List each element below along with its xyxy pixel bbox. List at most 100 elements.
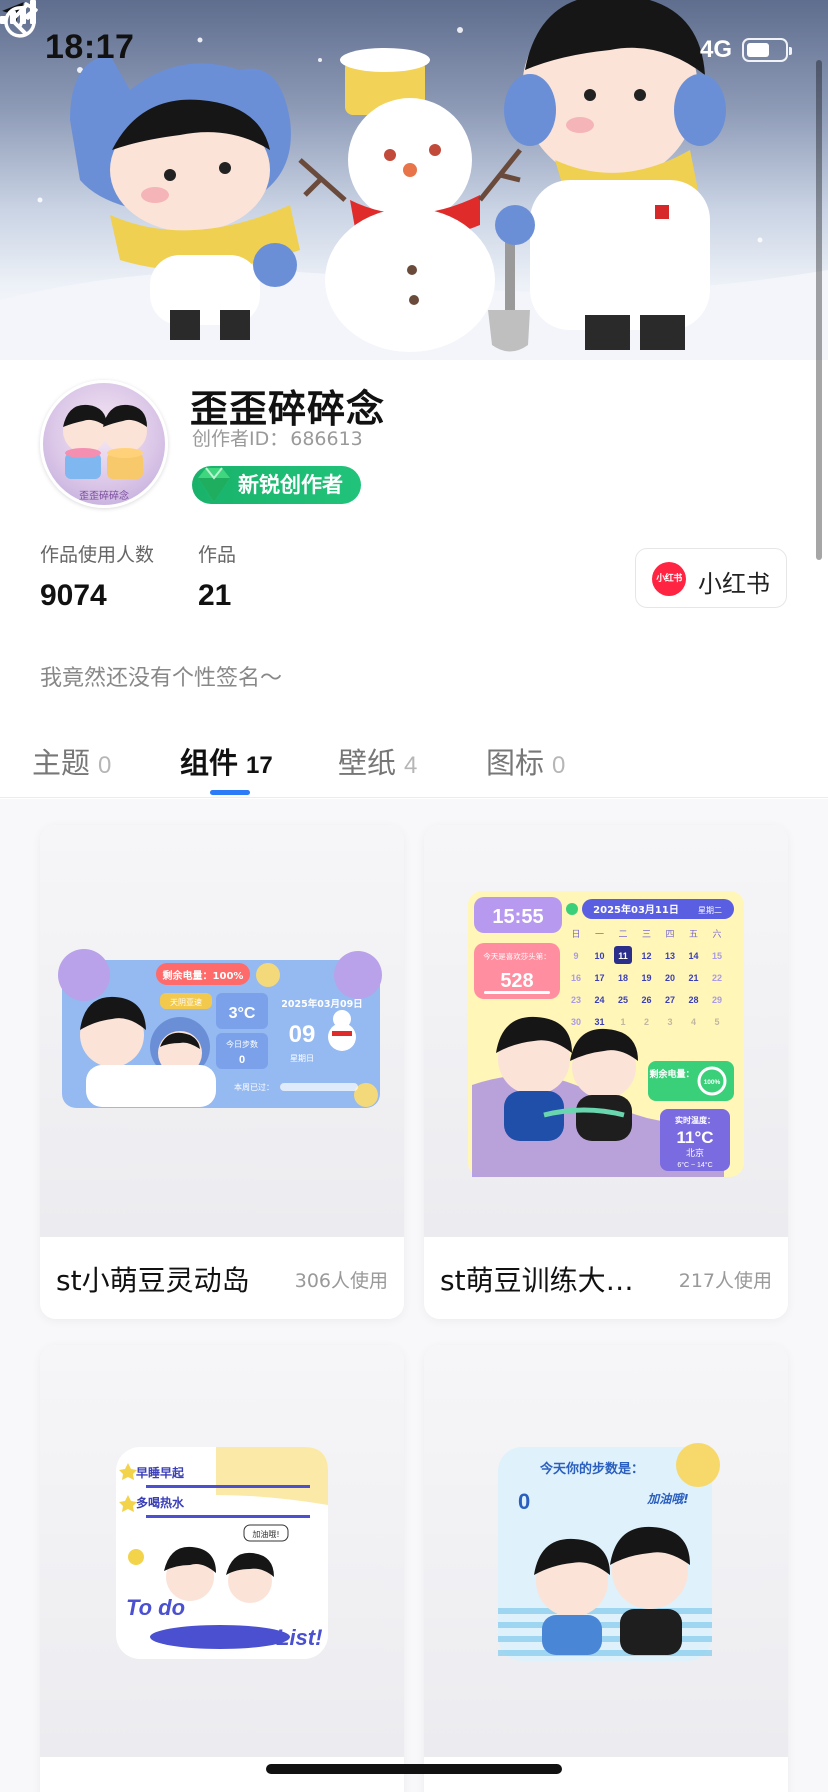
calendar-weekday-header: 六 [712,928,721,940]
card-footer: st萌豆训练大组... 217人使用 [424,1237,788,1319]
widget-card[interactable]: 今天你的步数是： 0 加油哦! [424,1345,788,1792]
calendar-day: 24 [594,995,604,1005]
widget-city: 北京 [686,1147,704,1159]
calendar-day: 11 [618,951,628,961]
widget-preview: 剩余电量：100% 天阴亚速 3°C 今日步数 0 2025年03月09日 09… [40,825,404,1237]
profile-banner: 18:17 4G [0,0,828,360]
calendar-day: 28 [688,995,698,1005]
widget-day: 09 [289,1021,316,1048]
calendar-day: 9 [573,951,578,961]
widget-battery: 100% [704,1079,721,1086]
home-indicator[interactable] [266,1764,562,1774]
widget-battery-text: 剩余电量：100% [163,969,244,982]
card-footer [424,1757,788,1792]
creator-level-badge[interactable]: 新锐创作者 [192,466,361,504]
tab-themes[interactable]: 主题 0 [32,740,111,782]
widget-preview-image: 今天你的步数是： 0 加油哦! [498,1443,720,1661]
card-usage-count: 217人使用 [678,1270,772,1292]
avatar[interactable]: 歪歪碎碎念 [40,380,168,508]
xiaohongshu-logo-icon: 小红书 [652,562,686,596]
card-title: st小萌豆灵动岛 [56,1264,250,1297]
creator-id-label: 创作者ID： [192,428,289,450]
widget-todo-line1: 早睡早起 [136,1465,185,1480]
stat-label: 作品 [198,544,237,566]
widget-week-label: 本周已过： [234,1082,274,1092]
widget-steps-title: 今天你的步数是： [539,1461,644,1477]
card-title: st萌豆训练大组... [440,1264,660,1297]
card-footer: st小萌豆灵动岛 306人使用 [40,1237,404,1319]
calendar-day: 29 [712,995,722,1005]
calendar-day: 20 [665,973,675,983]
calendar-day: 17 [594,973,604,983]
tab-widgets[interactable]: 组件 17 [180,740,273,782]
widget-preview-image: 15:55 2025年03月11日 星期二 日一二三四五六 9 10 11 12 13 1… [468,891,744,1177]
stat-works: 作品 21 [198,540,236,613]
calendar-weekday-header: 二 [618,930,627,940]
tab-icons[interactable]: 图标 0 [486,740,565,782]
widget-temp: 3°C [229,1005,256,1022]
calendar-day: 10 [594,951,604,961]
stat-value: 9074 [40,579,107,612]
calendar-day: 14 [688,951,698,961]
scrollbar[interactable] [816,60,822,560]
calendar-day: 30 [571,1017,581,1027]
calendar-weekday-header: 一 [595,930,604,940]
status-bar: 18:17 4G [0,0,828,100]
tab-label: 壁纸 [338,746,397,780]
widget-preview-image: 剩余电量：100% 天阴亚速 3°C 今日步数 0 2025年03月09日 09… [58,949,382,1108]
widget-date: 2025年03月11日 [593,903,679,916]
widget-grid: 剩余电量：100% 天阴亚速 3°C 今日步数 0 2025年03月09日 09… [0,799,828,1792]
widget-card[interactable]: 15:55 2025年03月11日 星期二 日一二三四五六 9 10 11 12 13 1… [424,825,788,1319]
calendar-day: 3 [667,1017,672,1027]
widget-steps: 528 [500,970,533,992]
widget-steps: 0 [239,1054,245,1066]
calendar-day: 19 [641,973,651,983]
widget-steps-label: 今日步数 [226,1039,258,1049]
calendar-day: 27 [665,995,675,1005]
share-icon[interactable] [0,0,44,44]
xiaohongshu-button[interactable]: 小红书 小红书 [635,548,787,608]
widget-weather-label: 实时温度： [675,1115,715,1125]
status-time: 18:17 [45,28,135,66]
widget-preview: 早睡早起 多喝热水 加油哦! To do List! [40,1345,404,1757]
badge-label: 新锐创作者 [238,473,343,497]
tab-count: 0 [98,752,112,779]
widget-todo-line2: 多喝热水 [136,1495,185,1510]
widget-card[interactable]: 剩余电量：100% 天阴亚速 3°C 今日步数 0 2025年03月09日 09… [40,825,404,1319]
stat-value: 21 [198,579,232,612]
network-type: 4G [700,36,733,63]
signature: 我竟然还没有个性签名～ [40,666,283,691]
widget-bubble: 加油哦! [646,1492,688,1506]
calendar-weekday-header: 五 [689,930,698,940]
calendar-weekday-header: 三 [642,930,651,940]
calendar-day: 26 [641,995,651,1005]
widget-temp-range: 6°C ~ 14°C [677,1161,712,1169]
creator-id-value: 686613 [290,428,363,450]
tab-active-indicator [210,790,250,795]
widget-weekday: 星期日 [290,1054,314,1063]
widget-steps-label: 今天是喜欢莎头第： [483,951,551,961]
tab-wallpapers[interactable]: 壁纸 4 [338,740,417,782]
tab-count: 0 [552,752,566,779]
calendar-day: 12 [641,951,651,961]
card-footer [40,1757,404,1792]
content-tabs: 主题 0 组件 17 壁纸 4 图标 0 [0,740,828,798]
diamond-icon [198,467,230,502]
tab-label: 图标 [486,746,545,780]
widget-todo-left: To do [126,1595,185,1620]
calendar-day: 23 [571,995,581,1005]
calendar-day: 16 [571,973,581,983]
calendar-day: 5 [714,1017,719,1027]
calendar-day: 1 [620,1017,625,1027]
calendar-day: 2 [644,1017,649,1027]
widget-steps: 0 [518,1489,530,1514]
calendar-day: 18 [618,973,628,983]
widget-battery-label: 剩余电量： [649,1068,694,1080]
widget-preview: 今天你的步数是： 0 加油哦! [424,1345,788,1757]
calendar-day: 21 [688,973,698,983]
stat-usage: 作品使用人数 9074 [40,540,154,613]
widget-weather-tag: 天阴亚速 [170,998,202,1007]
widget-card[interactable]: 早睡早起 多喝热水 加油哦! To do List! [40,1345,404,1792]
calendar-day: 25 [618,995,628,1005]
widget-temp: 11°C [676,1128,713,1147]
